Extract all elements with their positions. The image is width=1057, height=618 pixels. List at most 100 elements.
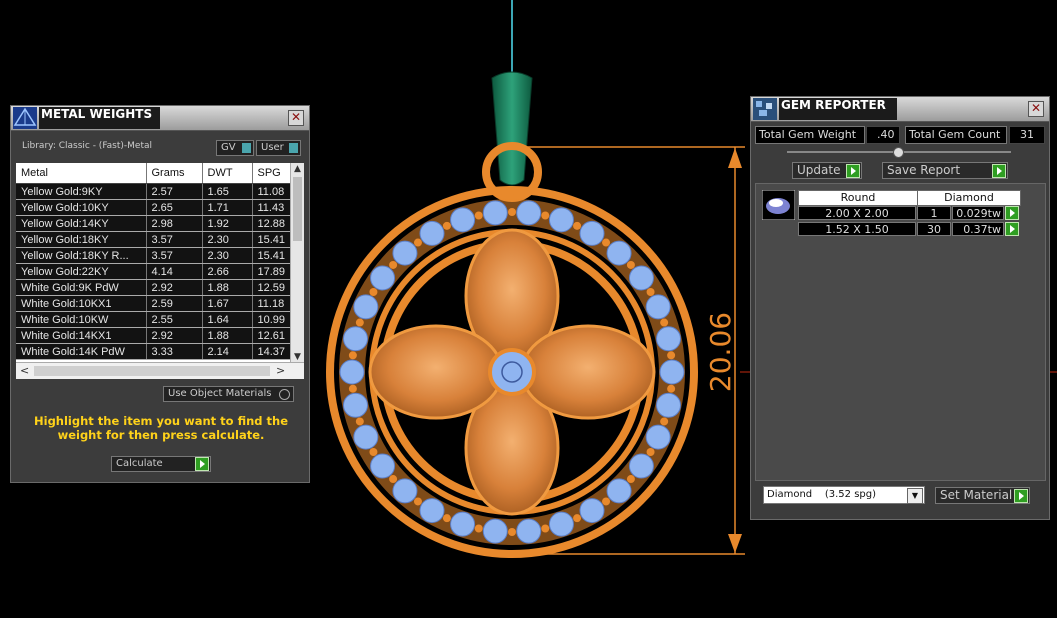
- table-row[interactable]: White Gold:9K PdW 2.92 1.88 12.59: [16, 279, 292, 296]
- set-gem: [450, 207, 476, 233]
- gem-row-arrow-icon[interactable]: [1005, 206, 1019, 220]
- set-gem: [548, 511, 574, 537]
- grams-value: 2.92: [146, 327, 203, 344]
- table-row[interactable]: White Gold:10KX1 2.59 1.67 11.18: [16, 295, 292, 312]
- table-row[interactable]: White Gold:14KX1 2.92 1.88 12.61: [16, 327, 292, 344]
- set-gem: [342, 326, 368, 352]
- table-row[interactable]: Yellow Gold:22KY 4.14 2.66 17.89: [16, 263, 292, 280]
- table-row[interactable]: Yellow Gold:14KY 2.98 1.92 12.88: [16, 215, 292, 232]
- set-gem: [392, 478, 418, 504]
- set-gem: [392, 240, 418, 266]
- column-header-dwt[interactable]: DWT: [202, 163, 253, 184]
- grams-value: 3.57: [146, 231, 203, 248]
- set-gem: [450, 511, 476, 537]
- column-header-metal[interactable]: Metal: [16, 163, 147, 184]
- gem-shape-header: Round: [798, 190, 918, 206]
- gem-reporter-titlebar[interactable]: GEM REPORTER ✕: [751, 97, 1049, 122]
- slider-handle[interactable]: [893, 147, 904, 158]
- table-row[interactable]: Yellow Gold:18KY 3.57 2.30 15.41: [16, 231, 292, 248]
- table-row[interactable]: Yellow Gold:9KY 2.57 1.65 11.08: [16, 183, 292, 200]
- prong: [573, 514, 582, 523]
- metal-weights-titlebar[interactable]: METAL WEIGHTS ✕: [11, 106, 309, 131]
- use-object-materials-toggle[interactable]: Use Object Materials: [163, 386, 294, 402]
- grams-value: 4.14: [146, 263, 203, 280]
- play-arrow-icon: [846, 164, 860, 178]
- set-material-button[interactable]: Set Material: [935, 487, 1030, 504]
- set-gem: [656, 392, 682, 418]
- grams-value: 3.33: [146, 343, 203, 360]
- table-row[interactable]: Yellow Gold:18KY R... 3.57 2.30 15.41: [16, 247, 292, 264]
- dwt-value: 1.65: [202, 183, 253, 200]
- prong: [626, 475, 635, 484]
- gem-size: 1.52 X 1.50: [798, 222, 916, 236]
- set-gem: [645, 294, 671, 320]
- column-header-grams[interactable]: Grams: [146, 163, 203, 184]
- prong: [348, 384, 357, 393]
- scroll-right-icon[interactable]: >: [276, 364, 285, 377]
- set-gem: [353, 424, 379, 450]
- prong: [667, 384, 676, 393]
- metal-name: Yellow Gold:10KY: [16, 199, 147, 216]
- metal-name: Yellow Gold:18KY: [16, 231, 147, 248]
- set-material-label: Set Material: [940, 488, 1013, 502]
- prong: [348, 351, 357, 360]
- table-row[interactable]: Yellow Gold:10KY 2.65 1.71 11.43: [16, 199, 292, 216]
- spg-value: 15.41: [252, 231, 292, 248]
- grams-value: 2.98: [146, 215, 203, 232]
- update-label: Update: [797, 163, 841, 177]
- calculate-label: Calculate: [116, 458, 163, 469]
- total-gem-count-label: Total Gem Count: [905, 126, 1007, 144]
- dwt-value: 1.64: [202, 311, 253, 328]
- spg-value: 12.88: [252, 215, 292, 232]
- table-row[interactable]: White Gold:14K PdW 3.33 2.14 14.37: [16, 343, 292, 360]
- metal-name: White Gold:9K PdW: [16, 279, 147, 296]
- metal-weights-title: METAL WEIGHTS: [39, 107, 161, 129]
- prong: [508, 208, 516, 216]
- horizontal-scrollbar[interactable]: < >: [16, 362, 304, 379]
- spg-value: 10.99: [252, 311, 292, 328]
- dwt-value: 1.71: [202, 199, 253, 216]
- dwt-value: 1.92: [202, 215, 253, 232]
- spg-value: 15.41: [252, 247, 292, 264]
- update-button[interactable]: Update: [792, 162, 862, 179]
- gem-list-area[interactable]: Round Diamond 2.00 X 2.00 1 0.029tw 1.52 X …: [755, 183, 1046, 481]
- material-select[interactable]: Diamond (3.52 spg) ▼: [763, 486, 925, 504]
- prong: [413, 497, 422, 506]
- report-slider[interactable]: [787, 147, 1011, 158]
- prong: [369, 448, 378, 456]
- scroll-thumb[interactable]: [293, 177, 302, 241]
- grams-value: 2.92: [146, 279, 203, 296]
- prong: [602, 238, 611, 247]
- column-header-spg[interactable]: SPG: [252, 163, 292, 184]
- table-row[interactable]: White Gold:10KW 2.55 1.64 10.99: [16, 311, 292, 328]
- calculate-button[interactable]: Calculate: [111, 456, 211, 472]
- metal-name: Yellow Gold:14KY: [16, 215, 147, 232]
- h-scroll-thumb[interactable]: [34, 366, 270, 376]
- metal-table[interactable]: Metal Grams DWT SPG Yellow Gold:9KY 2.57 1…: [16, 163, 304, 379]
- dwt-value: 1.88: [202, 279, 253, 296]
- pendant-body: [326, 186, 698, 558]
- scroll-left-icon[interactable]: <: [20, 364, 29, 377]
- save-report-button[interactable]: Save Report: [882, 162, 1008, 179]
- metal-weights-panel: METAL WEIGHTS ✕ Library: Classic - (Fast…: [10, 105, 310, 483]
- material-select-value: Diamond (3.52 spg): [767, 489, 877, 500]
- total-gem-weight-label: Total Gem Weight: [755, 126, 865, 144]
- dwt-value: 1.67: [202, 295, 253, 312]
- prong: [369, 288, 378, 296]
- prong: [413, 238, 422, 247]
- gv-toggle[interactable]: GV: [216, 140, 254, 156]
- user-toggle[interactable]: User: [256, 140, 301, 156]
- round-diamond-thumbnail-icon: [762, 190, 795, 220]
- prong: [602, 497, 611, 506]
- scroll-up-icon[interactable]: ▲: [291, 163, 304, 175]
- gem-row-arrow-icon[interactable]: [1005, 222, 1019, 236]
- set-gem: [516, 518, 542, 544]
- gem-reporter-close-icon[interactable]: ✕: [1028, 101, 1044, 117]
- spg-value: 11.08: [252, 183, 292, 200]
- gem-weight: 0.029tw: [952, 206, 1004, 220]
- set-gem: [482, 200, 508, 226]
- vertical-scrollbar[interactable]: ▲ ▼: [290, 163, 304, 363]
- prong: [660, 318, 669, 327]
- chevron-down-icon[interactable]: ▼: [907, 488, 923, 504]
- metal-weights-close-icon[interactable]: ✕: [288, 110, 304, 126]
